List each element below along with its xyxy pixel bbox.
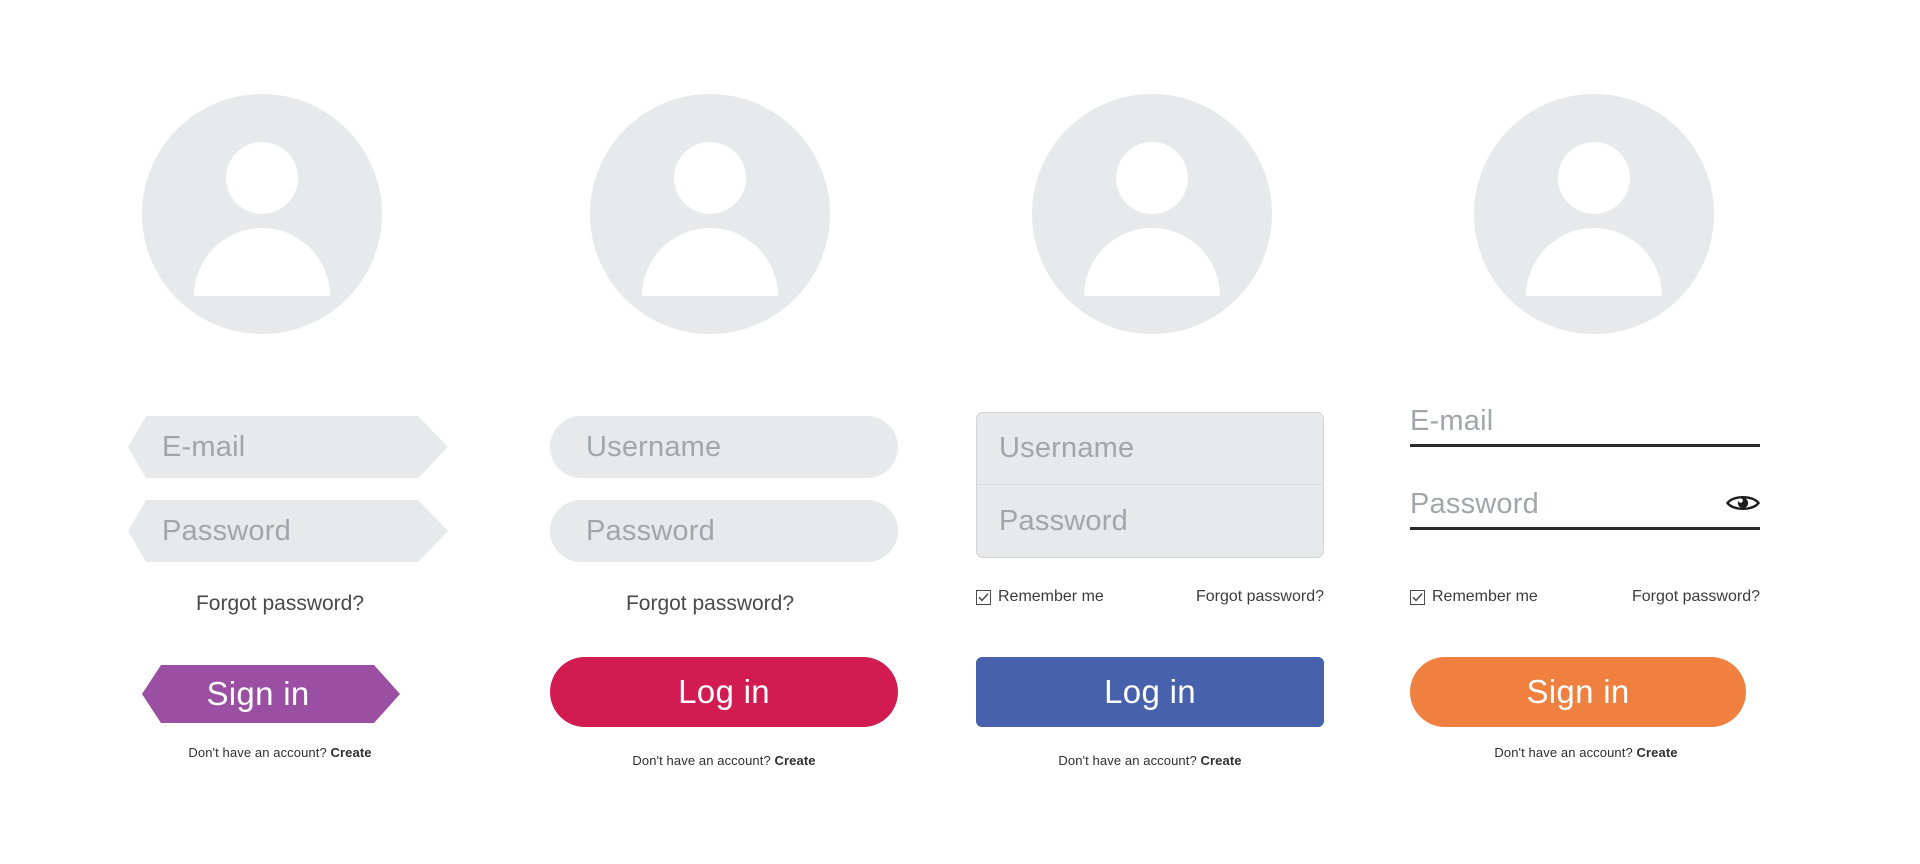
avatar-head: [1558, 142, 1630, 214]
forgot-password-link[interactable]: Forgot password?: [1632, 588, 1760, 606]
forgot-password-row: Forgot password?: [80, 592, 480, 616]
avatar-shoulders: [1526, 228, 1662, 296]
avatar: [62, 94, 462, 334]
log-in-button-label: Log in: [678, 673, 770, 710]
log-in-button-label: Log in: [1104, 673, 1196, 710]
create-account-link[interactable]: Create: [1201, 753, 1242, 768]
username-field[interactable]: Username: [977, 413, 1323, 485]
avatar: [1394, 94, 1794, 334]
checkmark-icon: [1412, 592, 1423, 602]
avatar-head: [674, 142, 746, 214]
checkmark-icon: [978, 592, 989, 602]
forgot-password-row: Forgot password?: [510, 592, 910, 616]
username-placeholder: Username: [999, 432, 1135, 464]
avatar-shoulders: [1084, 228, 1220, 296]
password-placeholder: Password: [999, 504, 1128, 537]
email-field[interactable]: E-mail: [128, 416, 418, 478]
hexagon-login-form: E-mail Password Forgot password? Sign in…: [62, 0, 462, 864]
password-field[interactable]: Password: [128, 500, 418, 562]
create-account-prefix: Don't have an account?: [188, 745, 327, 760]
avatar: [510, 94, 910, 334]
create-account-link[interactable]: Create: [1637, 745, 1678, 760]
sign-in-button[interactable]: Sign in: [1410, 657, 1746, 727]
password-field[interactable]: Password: [977, 485, 1323, 557]
sign-in-button-label: Sign in: [206, 675, 310, 712]
remember-me-label: Remember me: [1432, 588, 1538, 605]
forgot-password-link[interactable]: Forgot password?: [510, 592, 910, 616]
create-account-prefix: Don't have an account?: [1494, 745, 1633, 760]
password-placeholder: Password: [586, 514, 715, 547]
sign-in-button-tip[interactable]: [374, 665, 400, 723]
avatar-head: [1116, 142, 1188, 214]
user-avatar-icon: [590, 94, 830, 334]
log-in-button[interactable]: Log in: [976, 657, 1324, 727]
avatar-shoulders: [194, 228, 330, 296]
password-placeholder: Password: [1410, 488, 1539, 520]
create-account-link[interactable]: Create: [331, 745, 372, 760]
credentials-group: Username Password: [976, 412, 1324, 558]
username-field[interactable]: Username: [550, 416, 898, 478]
forgot-password-link[interactable]: Forgot password?: [1196, 588, 1324, 606]
password-field[interactable]: Password: [550, 500, 898, 562]
email-placeholder: E-mail: [1410, 405, 1494, 437]
options-row: Remember me Forgot password?: [976, 588, 1324, 606]
create-account-row: Don't have an account? Create: [952, 753, 1348, 768]
remember-me-checkbox[interactable]: Remember me: [976, 588, 1104, 606]
create-account-prefix: Don't have an account?: [632, 753, 771, 768]
log-in-button[interactable]: Log in: [550, 657, 898, 727]
email-field[interactable]: E-mail: [1410, 405, 1760, 447]
pill-login-form: Username Password Forgot password? Log i…: [510, 0, 910, 864]
underline-login-form: E-mail Password Remember me Forgot passw…: [1394, 0, 1794, 864]
user-avatar-icon: [1032, 94, 1272, 334]
checkbox-box[interactable]: [1410, 589, 1425, 605]
remember-me-label: Remember me: [998, 588, 1104, 605]
user-avatar-icon: [142, 94, 382, 334]
create-account-prefix: Don't have an account?: [1058, 753, 1197, 768]
password-field-tip: [418, 500, 448, 562]
create-account-row: Don't have an account? Create: [80, 745, 480, 760]
forgot-password-link[interactable]: Forgot password?: [80, 592, 480, 616]
show-password-eye-icon[interactable]: [1726, 492, 1760, 519]
avatar-shoulders: [642, 228, 778, 296]
options-row: Remember me Forgot password?: [1410, 588, 1760, 606]
grouped-box-login-form: Username Password Remember me Forgot pas…: [952, 0, 1352, 864]
checkbox-box[interactable]: [976, 589, 991, 605]
password-field[interactable]: Password: [1410, 488, 1760, 530]
avatar: [952, 94, 1352, 334]
create-account-link[interactable]: Create: [775, 753, 816, 768]
user-avatar-icon: [1474, 94, 1714, 334]
create-account-row: Don't have an account? Create: [1394, 745, 1778, 760]
create-account-row: Don't have an account? Create: [510, 753, 938, 768]
login-form-collection: E-mail Password Forgot password? Sign in…: [0, 0, 1920, 864]
sign-in-button[interactable]: Sign in: [142, 665, 374, 723]
email-placeholder: E-mail: [162, 430, 246, 463]
password-placeholder: Password: [162, 514, 291, 547]
username-placeholder: Username: [586, 430, 722, 463]
remember-me-checkbox[interactable]: Remember me: [1410, 588, 1538, 606]
avatar-head: [226, 142, 298, 214]
sign-in-button-label: Sign in: [1526, 673, 1630, 710]
email-field-tip: [418, 416, 448, 478]
